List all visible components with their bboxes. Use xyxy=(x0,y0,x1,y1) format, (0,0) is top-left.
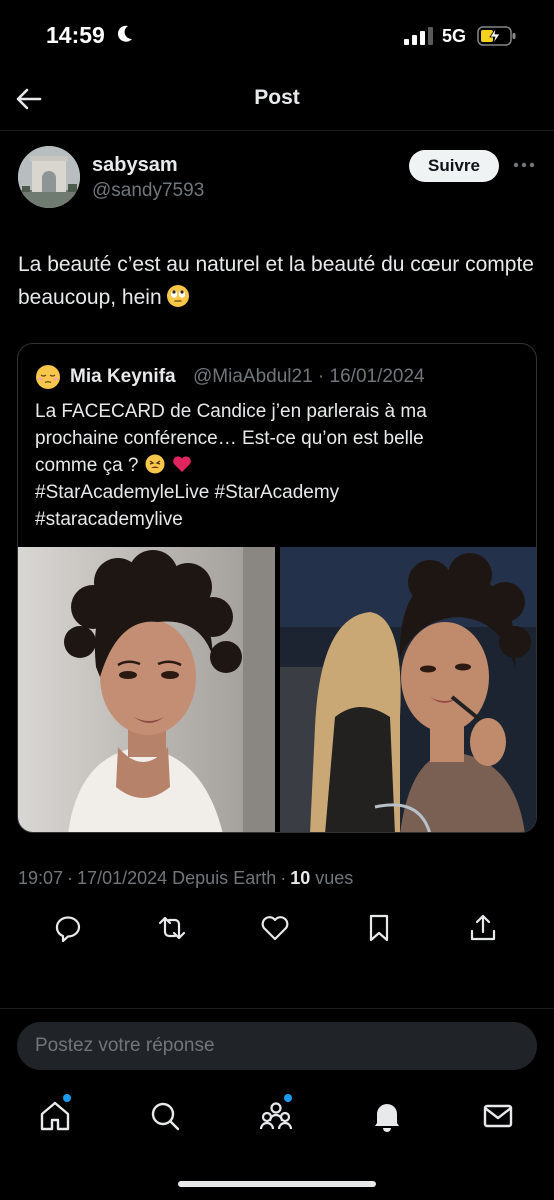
status-time: 14:59 xyxy=(46,22,105,48)
quote-text-line3: comme ça ? xyxy=(35,455,139,476)
communities-notification-dot xyxy=(284,1094,292,1102)
quote-media xyxy=(18,547,536,832)
rolling-eyes-emoji-icon xyxy=(166,285,189,307)
portrait-photo[interactable] xyxy=(18,547,275,832)
page-title: Post xyxy=(254,86,300,109)
network-label: 5G xyxy=(442,26,467,46)
header: Post xyxy=(0,72,554,130)
status-bar: 14:59 5G xyxy=(0,0,554,72)
bookmark-icon[interactable] xyxy=(363,912,395,944)
home-indicator[interactable] xyxy=(178,1181,376,1187)
avatar[interactable] xyxy=(18,146,80,208)
post-time: 19:07 xyxy=(18,868,64,888)
quote-hashtags[interactable]: #StarAcademyleLive #StarAcademy xyxy=(35,479,525,506)
battery-charging-icon xyxy=(477,26,516,46)
post-text: La beauté c’est au naturel et la beauté … xyxy=(18,248,538,314)
makeup-photo[interactable] xyxy=(280,547,536,832)
divider xyxy=(0,1008,554,1009)
post-meta: 19:07 · 17/01/2024 Depuis Earth · 10 vues xyxy=(18,868,354,888)
quoted-post[interactable]: Mia Keynifa @MiaAbdul21 · 16/01/2024 La … xyxy=(17,343,537,833)
tired-face-emoji-icon xyxy=(145,454,165,474)
views-count[interactable]: 10 xyxy=(290,868,310,888)
moon-icon xyxy=(117,25,132,42)
quote-author-name[interactable]: Mia Keynifa xyxy=(70,366,176,388)
quote-text-line: comme ça ? xyxy=(35,452,525,479)
post-text-body: La beauté c’est au naturel et la beauté … xyxy=(18,253,534,309)
divider xyxy=(0,130,554,131)
communities-icon[interactable] xyxy=(259,1099,293,1133)
messages-icon[interactable] xyxy=(481,1099,515,1133)
like-icon[interactable] xyxy=(259,912,291,944)
signal-icon xyxy=(404,27,433,45)
quote-text: La FACECARD de Candice j’en parlerais à … xyxy=(35,398,525,533)
more-icon[interactable] xyxy=(512,158,536,172)
quote-text-line: La FACECARD de Candice j’en parlerais à … xyxy=(35,401,427,422)
quote-avatar-emoji-icon xyxy=(36,365,60,389)
action-bar xyxy=(0,910,554,950)
reply-icon[interactable] xyxy=(52,912,84,944)
home-icon[interactable] xyxy=(38,1099,72,1133)
quote-text-line: prochaine conférence… Est-ce qu’on est b… xyxy=(35,428,424,449)
home-notification-dot xyxy=(63,1094,71,1102)
quote-author-handle[interactable]: @MiaAbdul21 xyxy=(193,366,313,387)
reply-input[interactable] xyxy=(17,1022,537,1070)
red-heart-emoji-icon xyxy=(173,456,191,472)
author-name[interactable]: sabysam xyxy=(92,154,178,177)
author-handle[interactable]: @sandy7593 xyxy=(92,180,204,202)
search-icon[interactable] xyxy=(148,1099,182,1133)
quote-handle-date: @MiaAbdul21 · 16/01/2024 xyxy=(193,366,425,387)
bottom-nav xyxy=(0,1085,554,1155)
repost-icon[interactable] xyxy=(156,912,188,944)
follow-button[interactable]: Suivre xyxy=(409,150,499,182)
notifications-icon[interactable] xyxy=(370,1099,404,1133)
post-source: Depuis Earth xyxy=(172,868,277,888)
avatar-arch-image xyxy=(18,146,80,208)
post-date: 17/01/2024 xyxy=(77,868,168,888)
share-icon[interactable] xyxy=(467,912,499,944)
quote-hashtags[interactable]: #staracademylive xyxy=(35,506,525,533)
views-label: vues xyxy=(315,868,354,888)
quote-date: 16/01/2024 xyxy=(329,366,425,387)
